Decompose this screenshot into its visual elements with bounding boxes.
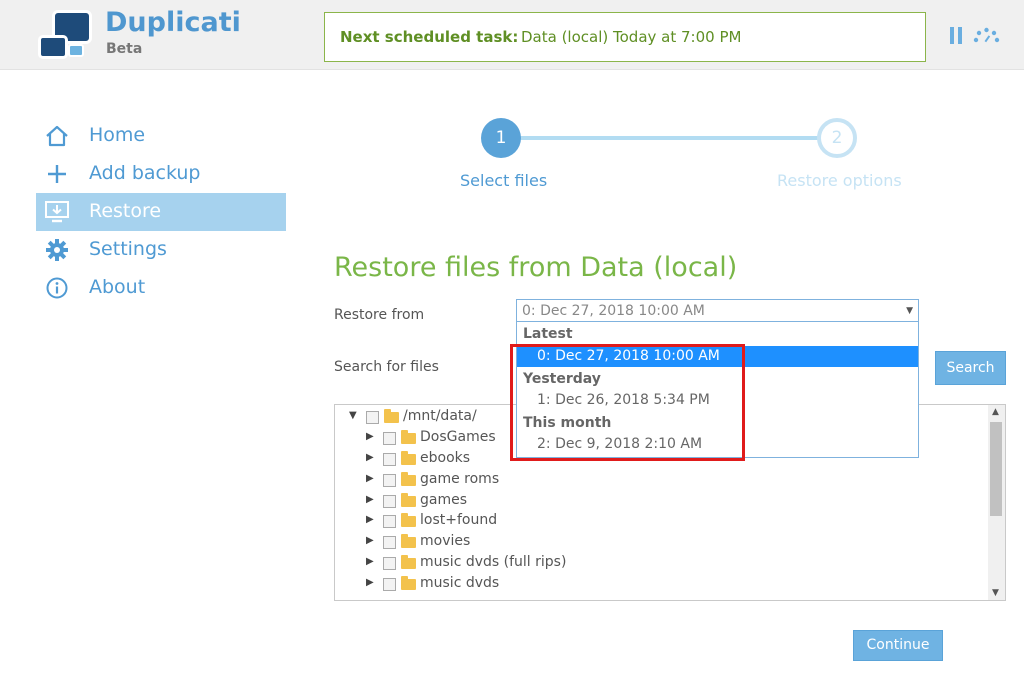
folder-icon <box>384 409 399 423</box>
chevron-down-icon: ▼ <box>906 306 913 316</box>
header: Duplicati Beta Next scheduled task: Data… <box>0 0 1024 70</box>
sidebar-item-add-backup[interactable]: Add backup <box>36 155 286 193</box>
sidebar-item-label: Add backup <box>89 162 201 184</box>
dropdown-group-yesterday: Yesterday <box>523 371 601 387</box>
throttle-icon[interactable] <box>973 27 1000 43</box>
restore-from-label: Restore from <box>334 307 425 323</box>
sidebar-item-restore[interactable]: Restore <box>36 193 286 231</box>
checkbox[interactable] <box>383 557 396 570</box>
scroll-up-icon[interactable]: ▲ <box>992 407 999 417</box>
sidebar-item-about[interactable]: About <box>36 269 286 307</box>
schedule-value: Data (local) Today at 7:00 PM <box>521 28 742 46</box>
tree-node-label: music dvds <box>420 575 500 591</box>
expand-toggle-icon[interactable]: ▶ <box>366 431 374 442</box>
step-1-circle[interactable]: 1 <box>481 118 521 158</box>
sidebar-item-label: Settings <box>89 238 167 260</box>
expand-toggle-icon[interactable]: ▶ <box>366 452 374 463</box>
tree-node-label: ebooks <box>420 450 471 466</box>
folder-icon <box>401 430 416 444</box>
continue-button[interactable]: Continue <box>853 630 943 661</box>
sidebar-item-label: Home <box>89 124 146 146</box>
tree-node-label: games <box>420 492 468 508</box>
folder-icon <box>401 534 416 548</box>
next-scheduled-task: Next scheduled task: Data (local) Today … <box>324 12 926 62</box>
sidebar-item-home[interactable]: Home <box>36 117 286 155</box>
checkbox[interactable] <box>383 578 396 591</box>
folder-icon <box>401 576 416 590</box>
dropdown-group-this-month: This month <box>523 415 612 431</box>
step-progress-line <box>520 136 818 140</box>
expand-toggle-icon[interactable]: ▶ <box>366 556 374 567</box>
expand-toggle-icon[interactable]: ▶ <box>366 577 374 588</box>
brand-name: Duplicati <box>105 7 241 38</box>
dropdown-option[interactable]: 2: Dec 9, 2018 2:10 AM <box>517 434 918 455</box>
select-current-value: 0: Dec 27, 2018 10:00 AM <box>522 303 705 319</box>
brand-subtitle: Beta <box>106 41 143 57</box>
expand-toggle-icon[interactable]: ▶ <box>366 473 374 484</box>
expand-toggle-icon[interactable]: ▼ <box>349 410 357 421</box>
schedule-label: Next scheduled task: <box>340 28 519 46</box>
duplicati-logo-icon <box>34 8 98 64</box>
dropdown-option[interactable]: 0: Dec 27, 2018 10:00 AM <box>517 346 918 367</box>
tree-node-label: game roms <box>420 471 500 487</box>
tree-node-label: movies <box>420 533 471 549</box>
step-1-label[interactable]: Select files <box>460 171 547 190</box>
expand-toggle-icon[interactable]: ▶ <box>366 494 374 505</box>
folder-icon <box>401 472 416 486</box>
search-button[interactable]: Search <box>935 351 1006 385</box>
tree-node-label: lost+found <box>420 512 498 528</box>
checkbox[interactable] <box>383 474 396 487</box>
sidebar-item-label: Restore <box>89 200 162 222</box>
folder-icon <box>401 555 416 569</box>
plus-icon <box>48 165 66 183</box>
checkbox[interactable] <box>366 411 379 424</box>
scrollbar-thumb[interactable] <box>990 422 1002 516</box>
folder-icon <box>401 493 416 507</box>
expand-toggle-icon[interactable]: ▶ <box>366 535 374 546</box>
folder-icon <box>401 513 416 527</box>
tree-node-label: /mnt/data/ <box>403 408 477 424</box>
sidebar-item-label: About <box>89 276 146 298</box>
search-for-files-label: Search for files <box>334 359 439 375</box>
checkbox[interactable] <box>383 495 396 508</box>
expand-toggle-icon[interactable]: ▶ <box>366 514 374 525</box>
step-2-label[interactable]: Restore options <box>777 171 902 190</box>
pause-icon[interactable] <box>950 27 963 44</box>
restore-icon <box>45 201 69 223</box>
tree-node-label: DosGames <box>420 429 496 445</box>
dropdown-group-latest: Latest <box>523 326 573 342</box>
gear-icon <box>46 239 68 261</box>
checkbox[interactable] <box>383 536 396 549</box>
scroll-down-icon[interactable]: ▼ <box>992 588 999 598</box>
page-title: Restore files from Data (local) <box>334 252 738 283</box>
restore-version-select[interactable]: 0: Dec 27, 2018 10:00 AM ▼ <box>516 299 919 322</box>
sidebar-item-settings[interactable]: Settings <box>36 231 286 269</box>
folder-icon <box>401 451 416 465</box>
checkbox[interactable] <box>383 453 396 466</box>
tree-scrollbar[interactable]: ▲ ▼ <box>988 405 1005 600</box>
dropdown-option[interactable]: 1: Dec 26, 2018 5:34 PM <box>517 390 918 411</box>
checkbox[interactable] <box>383 432 396 445</box>
home-icon <box>46 125 68 147</box>
step-2-circle[interactable]: 2 <box>817 118 857 158</box>
tree-node-label: music dvds (full rips) <box>420 554 567 570</box>
restore-version-dropdown[interactable]: Latest 0: Dec 27, 2018 10:00 AM Yesterda… <box>516 322 919 458</box>
checkbox[interactable] <box>383 515 396 528</box>
info-icon <box>46 277 68 299</box>
